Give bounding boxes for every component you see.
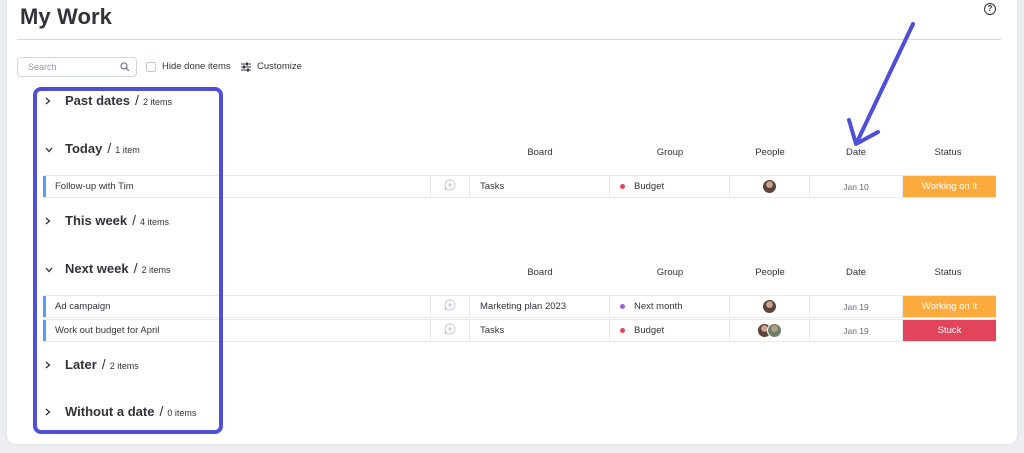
annotation-arrow xyxy=(847,22,915,146)
